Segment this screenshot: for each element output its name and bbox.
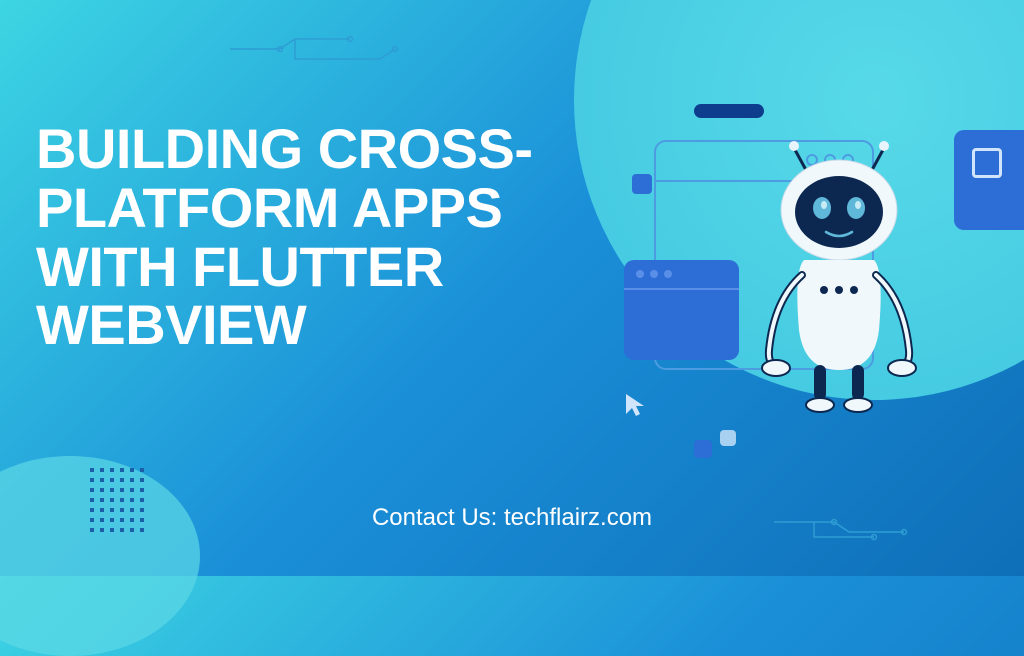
cursor-icon	[622, 390, 652, 420]
decorative-square	[632, 174, 652, 194]
headline-title: BUILDING CROSS-PLATFORM APPS WITH FLUTTE…	[36, 120, 596, 355]
window-filled-icon	[624, 260, 739, 360]
dot-grid-decoration	[90, 468, 160, 538]
decorative-square	[694, 440, 712, 458]
circuit-decoration-bottom	[774, 512, 944, 542]
panel-icon	[954, 130, 1024, 230]
contact-text: Contact Us: techflairz.com	[372, 504, 652, 532]
circuit-decoration-top	[230, 34, 430, 64]
robot-illustration	[604, 100, 1004, 480]
decorative-square	[720, 430, 736, 446]
decorative-bar	[694, 104, 764, 118]
robot-icon	[744, 140, 934, 440]
